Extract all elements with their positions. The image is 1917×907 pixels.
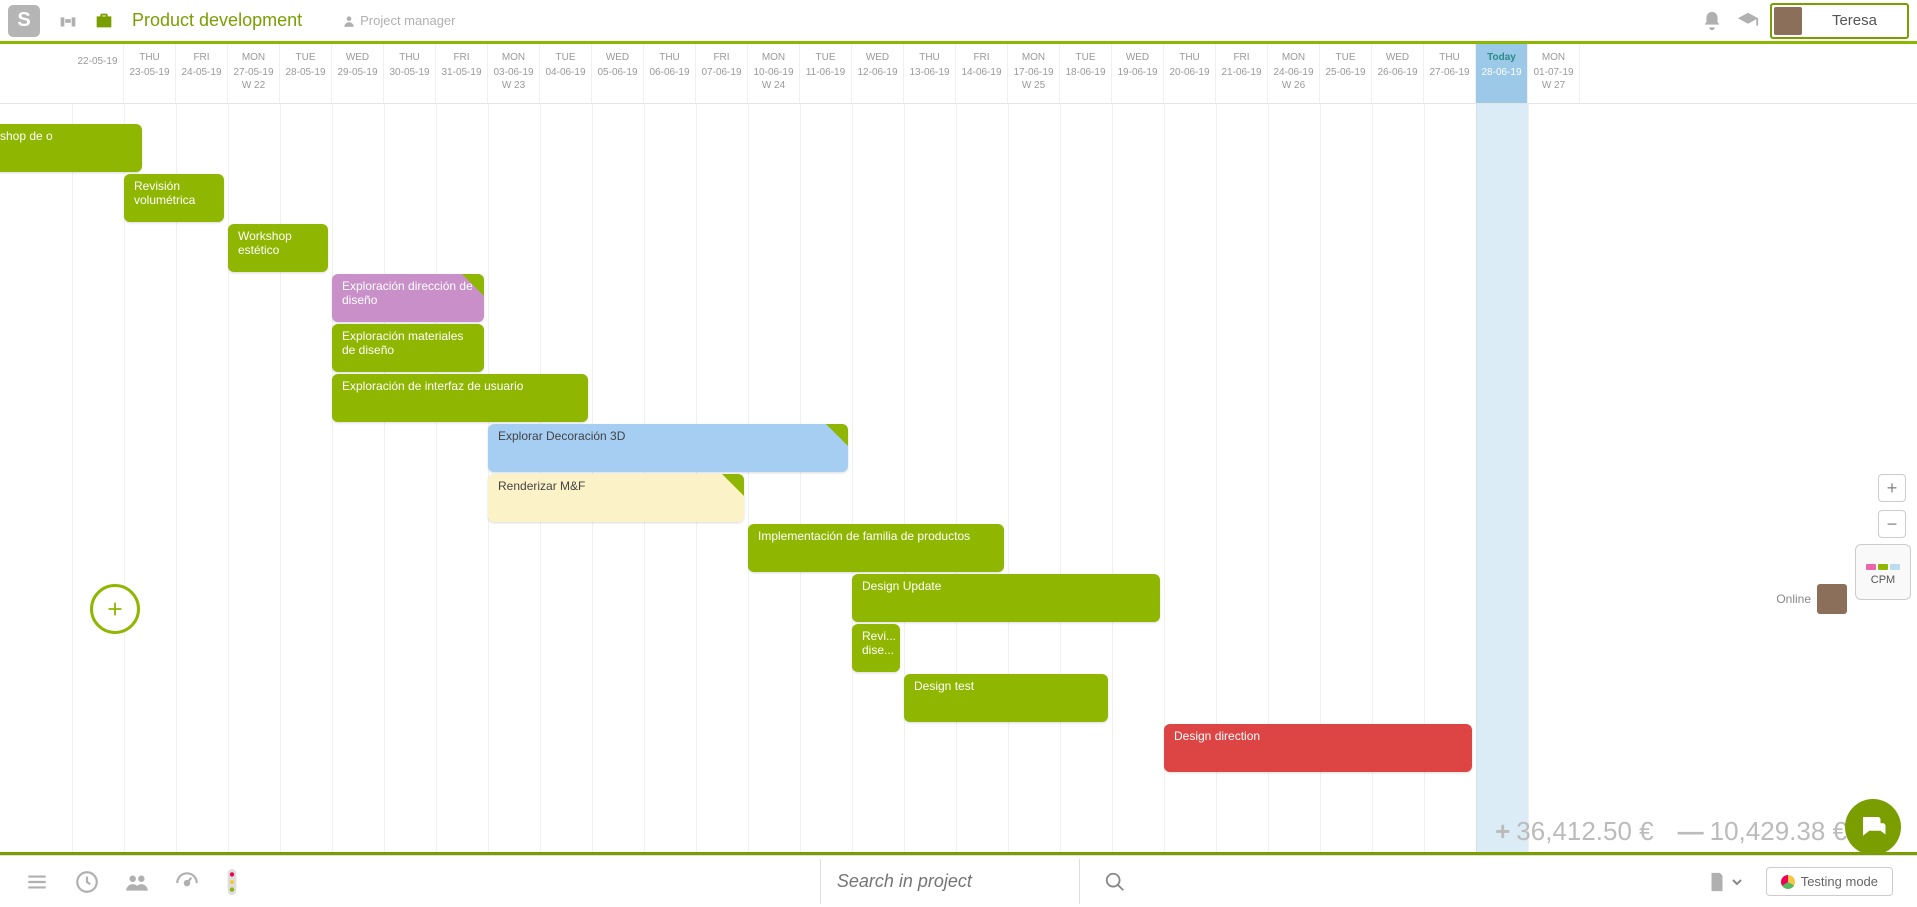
- minus-icon: —: [1678, 816, 1704, 846]
- task-bar[interactable]: Design Update: [852, 574, 1160, 622]
- graduation-icon[interactable]: [1734, 7, 1762, 35]
- task-label: Exploración dirección de diseño: [342, 279, 473, 307]
- header-bar: S Product development Project manager Te…: [0, 0, 1917, 44]
- timeline-header[interactable]: 22-05-19THU23-05-19FRI24-05-19MON27-05-1…: [0, 44, 1917, 104]
- testing-mode-button[interactable]: Testing mode: [1766, 867, 1893, 896]
- date-column[interactable]: FRI21-06-19: [1216, 44, 1268, 104]
- date-column[interactable]: TUE18-06-19: [1060, 44, 1112, 104]
- task-bar[interactable]: Design test: [904, 674, 1108, 722]
- document-menu[interactable]: [1706, 871, 1742, 893]
- task-label: shop de o: [0, 129, 53, 143]
- date-column[interactable]: TUE28-05-19: [280, 44, 332, 104]
- date-column[interactable]: MON01-07-19W 27: [1528, 44, 1580, 104]
- date-column[interactable]: TUE25-06-19: [1320, 44, 1372, 104]
- search-button[interactable]: [1104, 871, 1126, 893]
- task-label: Design Update: [862, 579, 941, 593]
- dashboard-icon[interactable]: [174, 869, 200, 895]
- cpm-toggle[interactable]: CPM: [1855, 544, 1911, 600]
- avatar: [1817, 584, 1847, 614]
- date-column[interactable]: MON03-06-19W 23: [488, 44, 540, 104]
- task-label: Explorar Decoración 3D: [498, 429, 625, 443]
- task-bar[interactable]: Workshop estético: [228, 224, 328, 272]
- task-bar[interactable]: Exploración dirección de diseño: [332, 274, 484, 322]
- traffic-light-icon[interactable]: [224, 869, 240, 895]
- date-column[interactable]: MON27-05-19W 22: [228, 44, 280, 104]
- date-column[interactable]: FRI14-06-19: [956, 44, 1008, 104]
- zoom-in-button[interactable]: +: [1878, 474, 1906, 502]
- date-column[interactable]: MON24-06-19W 26: [1268, 44, 1320, 104]
- task-bar[interactable]: Implementación de familia de productos: [748, 524, 1004, 572]
- user-menu[interactable]: Teresa: [1770, 3, 1909, 39]
- date-column[interactable]: MON10-06-19W 24: [748, 44, 800, 104]
- date-column[interactable]: WED12-06-19: [852, 44, 904, 104]
- footer-toolbar: Testing mode: [0, 855, 1917, 907]
- task-label: Renderizar M&F: [498, 479, 585, 493]
- date-column[interactable]: 22-05-19: [72, 44, 124, 104]
- task-bar[interactable]: Design direction: [1164, 724, 1472, 772]
- date-column[interactable]: Today28-06-19: [1476, 44, 1528, 104]
- task-bar[interactable]: Revi... dise...: [852, 624, 900, 672]
- plus-icon: +: [1495, 816, 1510, 846]
- task-label: Exploración materiales de diseño: [342, 329, 463, 357]
- team-icon[interactable]: [124, 869, 150, 895]
- date-column[interactable]: THU27-06-19: [1424, 44, 1476, 104]
- task-bar[interactable]: shop de o: [0, 124, 142, 172]
- date-column[interactable]: MON17-06-19W 25: [1008, 44, 1060, 104]
- date-column[interactable]: FRI07-06-19: [696, 44, 748, 104]
- date-column[interactable]: THU13-06-19: [904, 44, 956, 104]
- project-manager-label[interactable]: Project manager: [342, 13, 455, 28]
- date-column[interactable]: THU30-05-19: [384, 44, 436, 104]
- total-negative: 10,429.38 €: [1710, 816, 1847, 846]
- date-column[interactable]: FRI31-05-19: [436, 44, 488, 104]
- bell-icon[interactable]: [1698, 7, 1726, 35]
- total-positive: 36,412.50 €: [1516, 816, 1653, 846]
- app-logo[interactable]: S: [8, 5, 40, 37]
- task-bar[interactable]: Exploración materiales de diseño: [332, 324, 484, 372]
- totals-bar: +36,412.50 € —10,429.38 €: [1495, 816, 1847, 847]
- add-task-button[interactable]: [90, 584, 140, 634]
- testing-indicator-icon: [1781, 875, 1795, 889]
- date-column[interactable]: THU06-06-19: [644, 44, 696, 104]
- date-column[interactable]: TUE11-06-19: [800, 44, 852, 104]
- task-label: Revisión volumétrica: [134, 179, 195, 207]
- date-column[interactable]: WED29-05-19: [332, 44, 384, 104]
- gantt-chart[interactable]: + − CPM Online +36,412.50 € —10,429.38 €…: [0, 104, 1917, 855]
- briefcase-icon[interactable]: [90, 7, 118, 35]
- avatar: [1774, 7, 1802, 35]
- date-column[interactable]: THU20-06-19: [1164, 44, 1216, 104]
- date-column[interactable]: THU23-05-19: [124, 44, 176, 104]
- date-column[interactable]: FRI24-05-19: [176, 44, 228, 104]
- date-column[interactable]: WED26-06-19: [1372, 44, 1424, 104]
- task-label: Revi... dise...: [862, 629, 896, 657]
- zoom-out-button[interactable]: −: [1878, 510, 1906, 538]
- clock-icon[interactable]: [74, 869, 100, 895]
- task-label: Design direction: [1174, 729, 1260, 743]
- project-title[interactable]: Product development: [132, 10, 302, 31]
- user-name: Teresa: [1832, 12, 1877, 29]
- chat-icon: [1858, 812, 1888, 842]
- plus-icon: [104, 598, 126, 620]
- search-input[interactable]: [820, 859, 1080, 904]
- person-icon: [342, 14, 356, 28]
- document-icon: [1706, 871, 1728, 893]
- date-column[interactable]: TUE04-06-19: [540, 44, 592, 104]
- task-label: Exploración de interfaz de usuario: [342, 379, 523, 393]
- date-column[interactable]: WED05-06-19: [592, 44, 644, 104]
- task-bar[interactable]: Renderizar M&F: [488, 474, 744, 522]
- task-bar[interactable]: Revisión volumétrica: [124, 174, 224, 222]
- binoculars-icon[interactable]: [54, 7, 82, 35]
- chat-button[interactable]: [1845, 799, 1901, 855]
- date-column[interactable]: WED19-06-19: [1112, 44, 1164, 104]
- online-users[interactable]: Online: [1776, 584, 1847, 614]
- task-label: Design test: [914, 679, 974, 693]
- task-label: Workshop estético: [238, 229, 292, 257]
- task-bar[interactable]: Exploración de interfaz de usuario: [332, 374, 588, 422]
- task-bar[interactable]: Explorar Decoración 3D: [488, 424, 848, 472]
- chevron-down-icon: [1732, 877, 1742, 887]
- list-view-icon[interactable]: [24, 869, 50, 895]
- task-label: Implementación de familia de productos: [758, 529, 970, 543]
